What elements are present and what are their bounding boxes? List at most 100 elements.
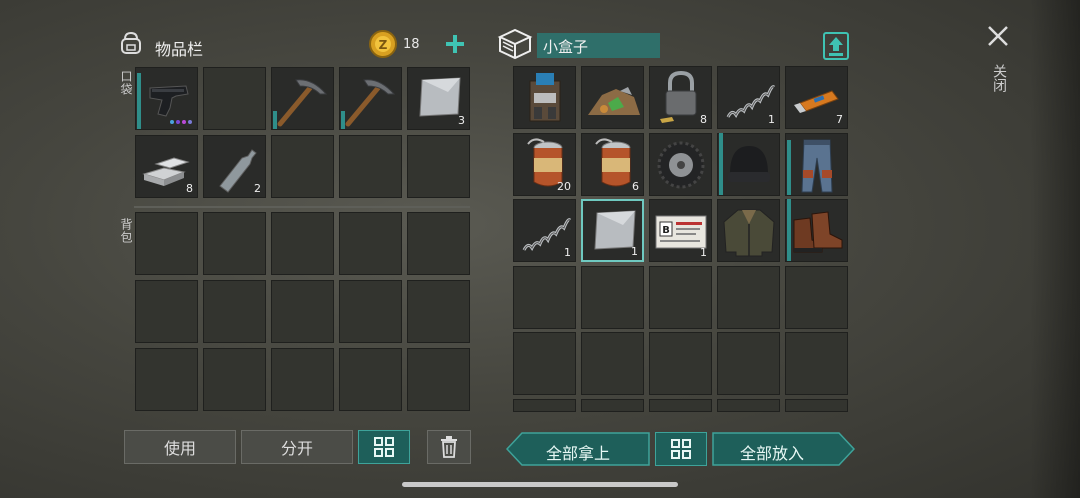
slot-tire[interactable] <box>649 133 712 196</box>
item-count: 1 <box>564 246 571 259</box>
empty-slot[interactable] <box>339 348 402 411</box>
inventory-title: 物品栏 <box>155 40 204 59</box>
item-count: 20 <box>557 180 571 193</box>
empty-slot[interactable] <box>407 135 470 198</box>
slot-padlock[interactable]: 8 <box>649 66 712 129</box>
empty-slot[interactable] <box>785 399 848 412</box>
slot-spring[interactable]: 1 <box>717 66 780 129</box>
item-count: 2 <box>254 182 261 195</box>
slot-water-bottle[interactable]: 2 <box>203 135 266 198</box>
slot-pickaxe[interactable] <box>271 67 334 130</box>
empty-slot[interactable] <box>649 266 712 329</box>
item-count: 3 <box>458 114 465 127</box>
coin-count: 18 <box>403 37 420 52</box>
slot-beanie-hat[interactable] <box>717 133 780 196</box>
empty-slot[interactable] <box>203 348 266 411</box>
empty-slot[interactable] <box>581 266 644 329</box>
durability-bar <box>273 111 277 129</box>
container-sort-button[interactable] <box>655 432 707 466</box>
close-icon <box>988 26 1008 46</box>
slot-boots[interactable] <box>785 199 848 262</box>
empty-slot[interactable] <box>271 280 334 343</box>
take-all-button[interactable]: 全部拿上 <box>506 432 650 466</box>
item-count: 8 <box>700 113 707 126</box>
empty-slot[interactable] <box>513 332 576 395</box>
box-icon <box>497 27 533 61</box>
item-count: 8 <box>186 182 193 195</box>
slot-pistol[interactable] <box>135 67 198 130</box>
empty-slot[interactable] <box>513 266 576 329</box>
use-button[interactable]: 使用 <box>124 430 236 464</box>
container-name-field[interactable]: 小盒子 <box>537 33 660 58</box>
empty-slot[interactable] <box>581 399 644 412</box>
backpack-icon <box>118 30 144 56</box>
item-count: 1 <box>768 113 775 126</box>
trash-button[interactable] <box>427 430 471 464</box>
empty-slot[interactable] <box>581 332 644 395</box>
upload-icon <box>823 32 849 60</box>
durability-bar <box>787 199 791 261</box>
empty-slot[interactable] <box>339 280 402 343</box>
pocket-label: 口袋 <box>119 70 133 96</box>
empty-slot[interactable] <box>271 135 334 198</box>
empty-slot[interactable] <box>785 332 848 395</box>
item-count: 7 <box>836 113 843 126</box>
durability-bar <box>787 140 791 195</box>
slot-silver-bars[interactable]: 8 <box>135 135 198 198</box>
empty-slot[interactable] <box>135 348 198 411</box>
durability-bar <box>341 111 345 129</box>
empty-slot[interactable] <box>513 399 576 412</box>
durability-bar <box>137 73 141 129</box>
close-button[interactable]: 关闭 <box>984 24 1012 104</box>
empty-slot[interactable] <box>717 332 780 395</box>
put-all-label: 全部放入 <box>740 444 805 463</box>
empty-slot[interactable] <box>649 332 712 395</box>
empty-slot[interactable] <box>717 399 780 412</box>
empty-slot[interactable] <box>135 280 198 343</box>
slot-pickaxe[interactable] <box>339 67 402 130</box>
empty-slot[interactable] <box>407 348 470 411</box>
slot-jeans[interactable] <box>785 133 848 196</box>
svg-text:B: B <box>662 225 670 236</box>
coin-icon: Z <box>369 30 397 58</box>
slot-canned-food[interactable]: 6 <box>581 133 644 196</box>
empty-slot[interactable] <box>407 212 470 275</box>
backpack-label: 背包 <box>119 218 133 244</box>
empty-slot[interactable] <box>203 212 266 275</box>
slot-scrap-pile[interactable] <box>581 66 644 129</box>
empty-slot[interactable] <box>785 266 848 329</box>
slot-usb-drive[interactable]: 7 <box>785 66 848 129</box>
slot-workbench-device[interactable] <box>513 66 576 129</box>
empty-slot[interactable] <box>135 212 198 275</box>
empty-slot[interactable] <box>339 212 402 275</box>
empty-slot[interactable] <box>649 399 712 412</box>
empty-slot[interactable] <box>271 212 334 275</box>
upload-button[interactable] <box>823 32 849 60</box>
slot-army-id-card[interactable]: B1 <box>649 199 712 262</box>
put-all-button[interactable]: 全部放入 <box>712 432 855 466</box>
empty-slot[interactable] <box>203 67 266 130</box>
slot-canned-food[interactable]: 20 <box>513 133 576 196</box>
empty-slot[interactable] <box>339 135 402 198</box>
split-button[interactable]: 分开 <box>241 430 353 464</box>
section-divider <box>134 206 470 208</box>
slot-leather-jacket[interactable] <box>717 199 780 262</box>
item-count: 1 <box>631 245 638 258</box>
slot-metal-plate[interactable]: 3 <box>407 67 470 130</box>
slot-metal-plate[interactable]: 1 <box>581 199 644 262</box>
attachment-dots <box>170 120 192 124</box>
empty-slot[interactable] <box>407 280 470 343</box>
slot-spring[interactable]: 1 <box>513 199 576 262</box>
sort-button[interactable] <box>358 430 410 464</box>
empty-slot[interactable] <box>717 266 780 329</box>
empty-slot[interactable] <box>203 280 266 343</box>
close-label: 关闭 <box>991 64 1007 92</box>
home-indicator[interactable] <box>402 482 678 487</box>
item-count: 1 <box>700 246 707 259</box>
container-title: 小盒子 <box>543 38 589 56</box>
add-coins-button[interactable] <box>443 32 467 56</box>
grid-sort-icon <box>671 439 691 459</box>
empty-slot[interactable] <box>271 348 334 411</box>
svg-text:Z: Z <box>379 38 388 52</box>
durability-bar <box>719 133 723 195</box>
